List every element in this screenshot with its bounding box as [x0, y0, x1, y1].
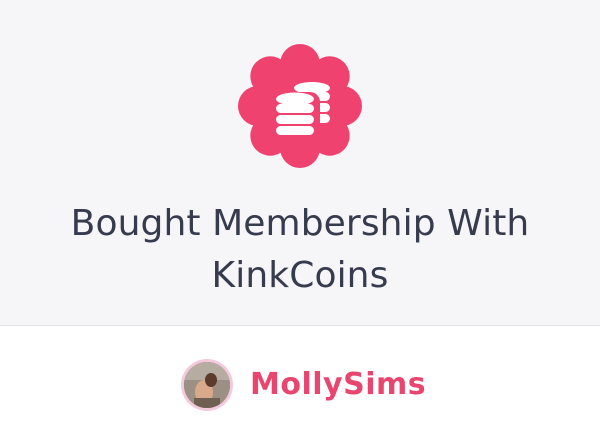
activity-title: Bought Membership With KinkCoins [0, 198, 600, 302]
activity-header: Bought Membership With KinkCoins [0, 0, 600, 326]
activity-title-line1: Bought Membership With [70, 203, 530, 244]
coins-icon [236, 42, 364, 170]
avatar[interactable] [181, 359, 233, 411]
avatar-image [184, 362, 230, 408]
activity-title-line2: KinkCoins [211, 255, 389, 296]
username-link[interactable]: MollySims [250, 365, 426, 405]
user-row[interactable]: MollySims [0, 357, 600, 413]
